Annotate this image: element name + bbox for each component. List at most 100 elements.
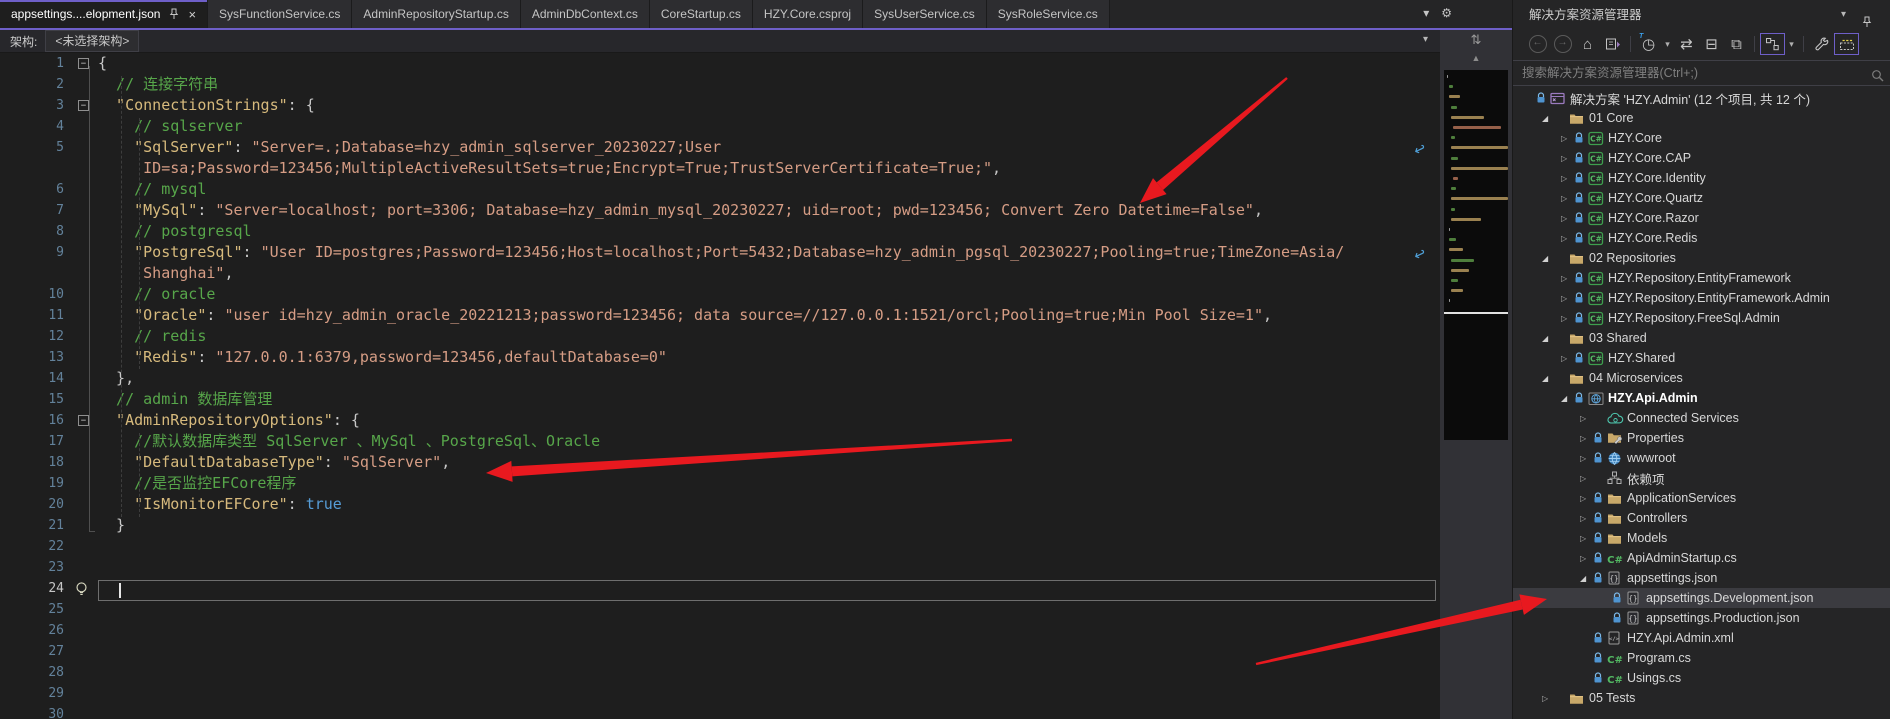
chevron-collapsed-icon[interactable]: ▷ xyxy=(1580,494,1593,503)
chevron-collapsed-icon[interactable]: ▷ xyxy=(1580,454,1593,463)
code-line[interactable]: 11 "Oracle": "user id=hzy_admin_oracle_2… xyxy=(0,305,1440,326)
panel-chevron-icon[interactable]: ▾ xyxy=(1841,0,1846,30)
minimap-scrollbar[interactable]: ⇅ ▲ xyxy=(1440,30,1512,719)
editor-tab[interactable]: SysUserService.cs xyxy=(863,0,987,28)
chevron-collapsed-icon[interactable]: ▷ xyxy=(1580,474,1593,483)
tree-item[interactable]: ▷Properties xyxy=(1513,428,1890,448)
scroll-up-icon[interactable]: ▲ xyxy=(1440,53,1512,63)
editor-tab[interactable]: appsettings....elopment.json× xyxy=(0,0,208,28)
tab-overflow-icon[interactable]: ▾ xyxy=(1423,6,1429,20)
code-line[interactable]: 5 "SqlServer": "Server=.;Database=hzy_ad… xyxy=(0,137,1440,158)
switch-views-icon[interactable] xyxy=(1600,33,1625,55)
tree-item[interactable]: ◢03 Shared xyxy=(1513,328,1890,348)
chevron-collapsed-icon[interactable]: ▷ xyxy=(1561,134,1574,143)
chevron-expanded-icon[interactable]: ◢ xyxy=(1580,574,1593,583)
chevron-collapsed-icon[interactable]: ▷ xyxy=(1580,554,1593,563)
tree-item[interactable]: ◢01 Core xyxy=(1513,108,1890,128)
collapse-region-icon[interactable]: − xyxy=(78,100,89,111)
chevron-collapsed-icon[interactable]: ▷ xyxy=(1580,514,1593,523)
sync-icon[interactable]: ⇄ xyxy=(1674,33,1699,55)
show-all-files-icon[interactable] xyxy=(1834,33,1859,55)
code-line[interactable]: 17 //默认数据库类型 SqlServer 、MySql 、PostgreSq… xyxy=(0,431,1440,452)
tree-item[interactable]: ▷C#HZY.Core.Redis xyxy=(1513,228,1890,248)
editor-tab[interactable]: AdminRepositoryStartup.cs xyxy=(352,0,520,28)
code-line[interactable]: 27 xyxy=(0,641,1440,662)
chevron-expanded-icon[interactable]: ◢ xyxy=(1542,114,1555,123)
chevron-collapsed-icon[interactable]: ▷ xyxy=(1561,214,1574,223)
code-line[interactable]: 8 // postgresql xyxy=(0,221,1440,242)
code-line[interactable]: 28 xyxy=(0,662,1440,683)
sync-with-active-document-icon[interactable] xyxy=(1760,33,1785,55)
code-editor[interactable]: 1−{2 // 连接字符串3− "ConnectionStrings": {4 … xyxy=(0,53,1440,719)
chevron-expanded-icon[interactable]: ◢ xyxy=(1561,394,1574,403)
close-icon[interactable]: × xyxy=(188,7,196,22)
tree-item[interactable]: ▷C#HZY.Repository.EntityFramework xyxy=(1513,268,1890,288)
forward-icon[interactable]: → xyxy=(1550,33,1575,55)
chevron-collapsed-icon[interactable]: ▷ xyxy=(1561,194,1574,203)
filter-chevron-icon[interactable]: ▾ xyxy=(1661,33,1674,55)
chevron-collapsed-icon[interactable]: ▷ xyxy=(1580,534,1593,543)
tree-item[interactable]: ▷C#HZY.Repository.FreeSql.Admin xyxy=(1513,308,1890,328)
editor-tab[interactable]: SysRoleService.cs xyxy=(987,0,1110,28)
collapse-region-icon[interactable]: − xyxy=(78,58,89,69)
editor-tab[interactable]: HZY.Core.csproj xyxy=(753,0,863,28)
tree-item[interactable]: ▷C#HZY.Core.Razor xyxy=(1513,208,1890,228)
code-line[interactable]: 23 xyxy=(0,557,1440,578)
pin-icon[interactable] xyxy=(169,8,179,20)
code-line[interactable]: 15 // admin 数据库管理 xyxy=(0,389,1440,410)
tree-item[interactable]: ▷05 Tests xyxy=(1513,688,1890,708)
chevron-collapsed-icon[interactable]: ▷ xyxy=(1542,694,1555,703)
chevron-collapsed-icon[interactable]: ▷ xyxy=(1561,234,1574,243)
tree-item[interactable]: ◢HZY.Api.Admin xyxy=(1513,388,1890,408)
tree-item[interactable]: 解决方案 'HZY.Admin' (12 个项目, 共 12 个) xyxy=(1513,88,1890,108)
chevron-collapsed-icon[interactable]: ▷ xyxy=(1561,314,1574,323)
code-line[interactable]: 7 "MySql": "Server=localhost; port=3306;… xyxy=(0,200,1440,221)
editor-tab[interactable]: CoreStartup.cs xyxy=(650,0,753,28)
fold-toggle[interactable]: − xyxy=(68,53,98,74)
tree-item[interactable]: ◢{}appsettings.json xyxy=(1513,568,1890,588)
minimap-canvas[interactable] xyxy=(1444,70,1508,440)
sync-chevron-icon[interactable]: ▾ xyxy=(1785,33,1798,55)
code-line[interactable]: Shanghai", xyxy=(0,263,1440,284)
code-line[interactable]: 16− "AdminRepositoryOptions": { xyxy=(0,410,1440,431)
collapse-region-icon[interactable]: − xyxy=(78,415,89,426)
tree-item[interactable]: ▷Controllers xyxy=(1513,508,1890,528)
tree-item[interactable]: ◢04 Microservices xyxy=(1513,368,1890,388)
code-line[interactable]: 13 "Redis": "127.0.0.1:6379,password=123… xyxy=(0,347,1440,368)
home-icon[interactable]: ⌂ xyxy=(1575,33,1600,55)
code-line[interactable]: 25 xyxy=(0,599,1440,620)
tree-item[interactable]: ▷wwwroot xyxy=(1513,448,1890,468)
tree-item[interactable]: ▷Connected Services xyxy=(1513,408,1890,428)
chevron-collapsed-icon[interactable]: ▷ xyxy=(1561,174,1574,183)
tree-item[interactable]: ◢02 Repositories xyxy=(1513,248,1890,268)
tree-item[interactable]: ▷ApplicationServices xyxy=(1513,488,1890,508)
tree-item[interactable]: C#Program.cs xyxy=(1513,648,1890,668)
fold-toggle[interactable]: − xyxy=(68,410,98,431)
tree-item[interactable]: ▷C#HZY.Core.CAP xyxy=(1513,148,1890,168)
chevron-collapsed-icon[interactable]: ▷ xyxy=(1561,354,1574,363)
preview-selected-icon[interactable]: ⧉ xyxy=(1724,33,1749,55)
chevron-collapsed-icon[interactable]: ▷ xyxy=(1561,294,1574,303)
tree-item[interactable]: ▷C#HZY.Shared xyxy=(1513,348,1890,368)
tree-item[interactable]: ▷Models xyxy=(1513,528,1890,548)
code-line[interactable]: 20 "IsMonitorEFCore": true xyxy=(0,494,1440,515)
code-line[interactable]: 26 xyxy=(0,620,1440,641)
chevron-expanded-icon[interactable]: ◢ xyxy=(1542,254,1555,263)
breadcrumb-chevron-icon[interactable]: ▾ xyxy=(1423,34,1428,45)
back-icon[interactable]: ← xyxy=(1525,33,1550,55)
code-line[interactable]: 29 xyxy=(0,683,1440,704)
properties-icon[interactable] xyxy=(1809,33,1834,55)
code-line[interactable]: 1−{ xyxy=(0,53,1440,74)
tree-item[interactable]: {}appsettings.Production.json xyxy=(1513,608,1890,628)
code-line[interactable]: 6 // mysql xyxy=(0,179,1440,200)
tree-item[interactable]: ▷C#HZY.Core.Identity xyxy=(1513,168,1890,188)
chevron-expanded-icon[interactable]: ◢ xyxy=(1542,334,1555,343)
code-line[interactable]: 9 "PostgreSql": "User ID=postgres;Passwo… xyxy=(0,242,1440,263)
tree-item[interactable]: ▷依赖项 xyxy=(1513,468,1890,488)
chevron-collapsed-icon[interactable]: ▷ xyxy=(1580,434,1593,443)
editor-tab[interactable]: AdminDbContext.cs xyxy=(521,0,650,28)
code-line[interactable]: 19 //是否监控EFCore程序 xyxy=(0,473,1440,494)
chevron-collapsed-icon[interactable]: ▷ xyxy=(1561,154,1574,163)
pending-changes-filter-icon[interactable]: ◷T xyxy=(1636,33,1661,55)
code-line[interactable]: 12 // redis xyxy=(0,326,1440,347)
